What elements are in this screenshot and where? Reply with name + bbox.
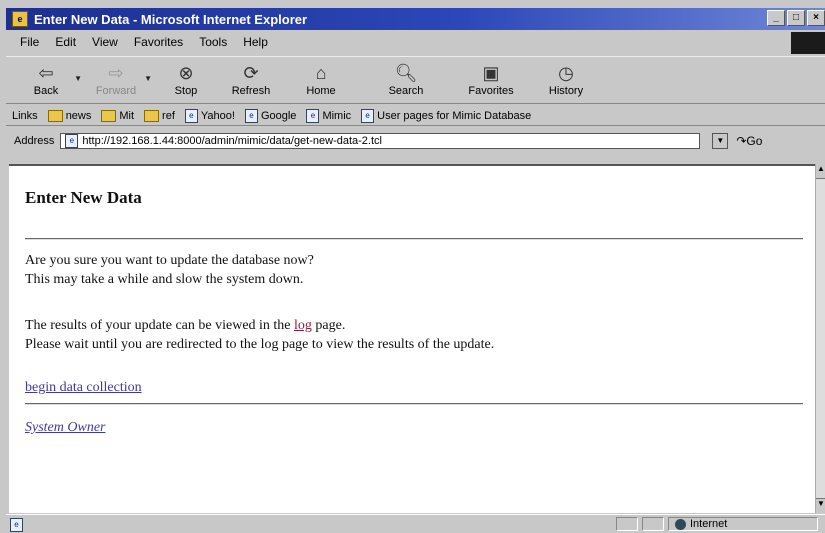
link-user-pages[interactable]: e User pages for Mimic Database [361,108,532,123]
link-google-label: Google [260,109,297,122]
results-text: The results of your update can be viewed… [25,316,345,335]
home-icon: ⌂ [315,63,327,83]
history-label: History [548,85,584,97]
search-button[interactable]: 🔍︎ Search [376,60,436,102]
links-bar: Links news Mit ref e Yahoo! e Google e Mimi… [6,106,825,126]
link-mimic-label: Mimic [322,109,352,122]
home-button[interactable]: ⌂ Home [291,60,351,102]
link-mit[interactable]: Mit [101,109,135,122]
system-owner-link[interactable]: System Owner [25,420,106,435]
windows-logo-throbber [791,32,825,54]
search-label: Search [388,85,424,97]
status-bar: e Internet [6,514,825,533]
address-url: http://192.168.1.44:8000/admin/mimic/dat… [82,135,382,147]
confirm-question: Are you sure you want to update the data… [25,253,314,268]
web-page-icon: e [184,108,198,123]
links-label: Links [12,109,38,122]
link-mimic[interactable]: e Mimic [306,108,352,123]
web-page-icon: e [65,134,79,148]
link-yahoo[interactable]: e Yahoo! [184,108,235,123]
vertical-scrollbar[interactable]: ▲ ▼ [815,164,825,513]
menu-help[interactable]: Help [243,35,268,49]
close-button[interactable]: × [807,10,825,26]
ie-icon: e [12,11,28,27]
menu-favorites[interactable]: Favorites [134,35,183,49]
zone-label: Internet [690,518,728,530]
security-zone: Internet [668,517,818,531]
wait-text: Please wait until you are redirected to … [25,337,495,352]
forward-label: Forward [95,85,137,97]
link-ref[interactable]: ref [144,109,175,122]
forward-dropdown-icon[interactable]: ▼ [144,74,152,83]
menu-edit[interactable]: Edit [55,35,76,49]
go-button[interactable]: ↷Go [736,134,762,148]
web-page-icon: e [361,108,375,123]
forward-arrow-icon: ⇨ [108,63,124,83]
back-dropdown-icon[interactable]: ▼ [74,74,82,83]
address-bar: Address e http://192.168.1.44:8000/admin… [6,130,825,152]
link-google[interactable]: e Google [244,108,297,123]
link-news-label: news [65,109,92,122]
page-heading: Enter New Data [25,188,142,207]
stop-button[interactable]: ⊗ Stop [156,60,216,102]
forward-button[interactable]: ⇨ Forward ▼ [86,60,152,102]
back-label: Back [33,85,59,97]
web-page-icon: e [306,108,320,123]
back-arrow-icon: ⇦ [38,63,54,83]
divider [25,403,803,405]
history-icon: ◷ [558,63,574,83]
stop-label: Stop [174,85,198,97]
page-content: Enter New Data Are you sure you want to … [9,164,815,513]
menu-bar: File Edit View Favorites Tools Help [6,32,825,52]
web-page-icon: e [244,108,258,123]
address-label: Address [14,135,55,147]
results-text-post: page. [311,318,346,333]
status-cell [616,517,638,531]
favorites-button[interactable]: ▣ Favorites [461,60,521,102]
link-user-pages-label: User pages for Mimic Database [377,109,532,122]
begin-data-collection-link[interactable]: begin data collection [25,380,142,395]
page-status-icon: e [10,518,23,532]
menu-view[interactable]: View [92,35,118,49]
home-label: Home [306,85,336,97]
search-icon: 🔍︎ [394,63,418,83]
refresh-button[interactable]: ⟳ Refresh [221,60,281,102]
status-cell [642,517,664,531]
menu-file[interactable]: File [20,35,39,49]
stop-icon: ⊗ [178,63,194,83]
folder-icon [101,109,117,122]
minimize-button[interactable]: _ [767,10,785,26]
link-news[interactable]: news [47,109,92,122]
go-label: Go [746,134,763,148]
address-dropdown-icon[interactable]: ▼ [712,133,729,149]
maximize-button[interactable]: □ [787,10,805,26]
window-title: Enter New Data - Microsoft Internet Expl… [34,11,308,27]
scroll-down-icon[interactable]: ▼ [816,498,825,513]
title-bar: e Enter New Data - Microsoft Internet Ex… [6,8,825,30]
divider [25,238,803,240]
window-controls: _ □ × [767,10,825,26]
favorites-label: Favorites [468,85,514,97]
owner-link-wrapper: System Owner [25,418,106,437]
refresh-label: Refresh [231,85,271,97]
results-text-pre: The results of your update can be viewed… [25,318,295,333]
standard-toolbar: ⇦ Back ▼ ⇨ Forward ▼ ⊗ Stop ⟳ Refresh ⌂ … [6,56,825,104]
refresh-icon: ⟳ [243,63,259,83]
log-link[interactable]: log [294,318,312,333]
link-ref-label: ref [162,109,175,122]
begin-link-wrapper: begin data collection [25,378,142,397]
address-input[interactable]: e http://192.168.1.44:8000/admin/mimic/d… [60,133,701,149]
scroll-up-icon[interactable]: ▲ [816,164,825,179]
menu-tools[interactable]: Tools [199,35,227,49]
warning-text: This may take a while and slow the syste… [25,272,304,287]
favorites-icon: ▣ [482,63,500,83]
globe-icon [675,518,686,530]
link-yahoo-label: Yahoo! [200,109,235,122]
back-button[interactable]: ⇦ Back ▼ [16,60,82,102]
link-mit-label: Mit [119,109,135,122]
folder-icon [144,109,160,122]
folder-icon [47,109,63,122]
history-button[interactable]: ◷ History [536,60,596,102]
